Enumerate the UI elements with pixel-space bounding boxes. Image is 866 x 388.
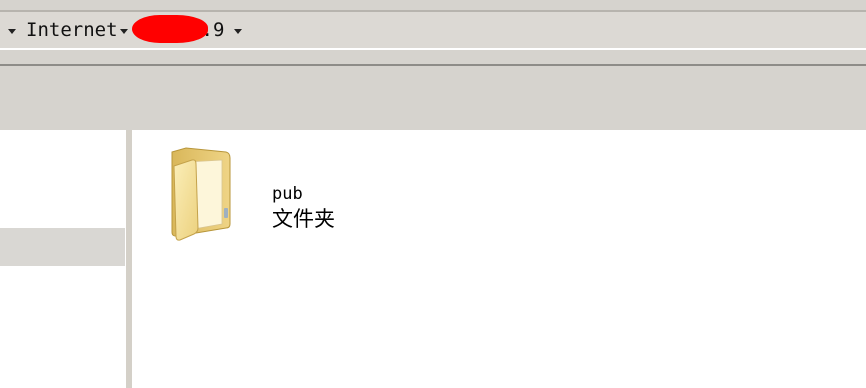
file-item-pub[interactable]: pub 文件夹 <box>168 144 428 244</box>
navigation-pane <box>0 130 125 388</box>
breadcrumb-item-internet[interactable]: Internet <box>26 17 118 43</box>
file-type: 文件夹 <box>272 207 335 231</box>
file-name[interactable]: pub <box>272 184 303 204</box>
file-list: pub 文件夹 <box>132 130 866 388</box>
breadcrumb-dropdown-icon[interactable] <box>8 28 16 34</box>
breadcrumb: Internet .9 <box>8 15 250 43</box>
redaction-mark <box>131 15 208 43</box>
folder-icon <box>171 147 231 241</box>
toolbar <box>0 66 866 130</box>
pane-splitter[interactable] <box>125 130 132 388</box>
breadcrumb-dropdown-icon[interactable] <box>234 28 243 34</box>
nav-selected-item[interactable] <box>0 228 125 266</box>
breadcrumb-dropdown-icon[interactable] <box>119 28 128 34</box>
address-bar-area: Internet .9 <box>0 0 866 66</box>
